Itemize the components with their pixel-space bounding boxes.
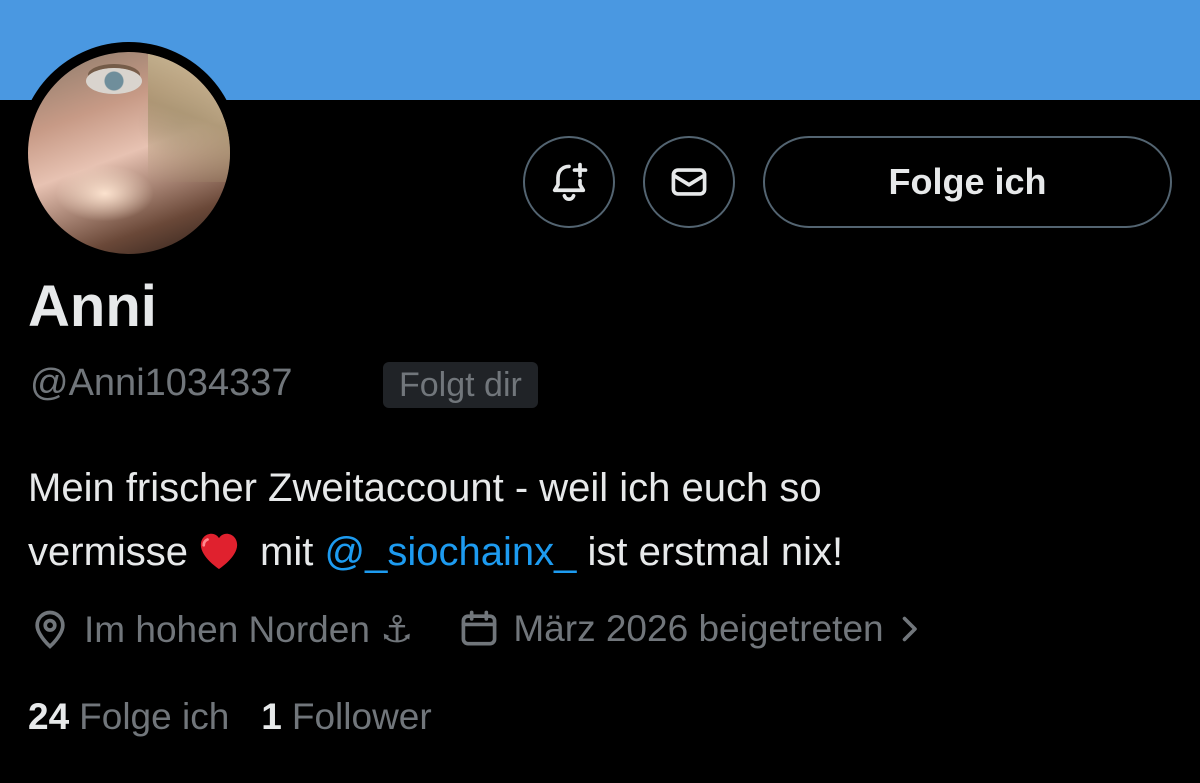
location: Im hohen Norden ⚓ — [28, 607, 413, 651]
profile-meta: Im hohen Norden ⚓ März 2026 beigetreten — [28, 604, 922, 654]
location-text: Im hohen Norden ⚓ — [84, 608, 414, 650]
bio-text: Mein frischer Zweitaccount - weil ich eu… — [28, 466, 822, 510]
bio-text: mit — [260, 530, 314, 574]
followers-stat[interactable]: 1 Follower — [261, 696, 431, 738]
bell-plus-icon — [552, 162, 588, 201]
followers-label: Follower — [291, 696, 432, 737]
bio: Mein frischer Zweitaccount - weil ich eu… — [28, 456, 1178, 584]
bio-text: vermisse — [28, 530, 189, 574]
avatar[interactable] — [18, 42, 240, 264]
following-button[interactable]: Folge ich — [763, 136, 1172, 228]
red-heart-icon — [200, 533, 238, 570]
calendar-icon — [461, 610, 497, 646]
follows-you-badge: Folgt dir — [383, 362, 538, 408]
envelope-icon — [671, 168, 707, 196]
followers-count: 1 — [261, 696, 282, 737]
avatar-eye — [86, 68, 142, 94]
mention-link[interactable]: @_siochainx_ — [324, 530, 576, 574]
notifications-button[interactable] — [523, 136, 615, 228]
following-stat[interactable]: 24 Folge ich — [28, 696, 229, 738]
user-handle: @Anni1034337 — [30, 362, 293, 404]
profile-stats: 24 Folge ich 1 Follower — [28, 692, 464, 742]
following-count: 24 — [28, 696, 70, 737]
location-pin-icon — [35, 610, 65, 649]
join-date-text: März 2026 beigetreten — [513, 608, 884, 649]
avatar-hair — [148, 52, 230, 182]
display-name: Anni — [28, 274, 157, 339]
message-button[interactable] — [643, 136, 735, 228]
avatar-image — [28, 52, 230, 254]
following-label: Folge ich — [79, 696, 230, 737]
chevron-right-icon — [902, 616, 917, 642]
bio-text: ist erstmal nix! — [587, 530, 844, 574]
join-date[interactable]: März 2026 beigetreten — [457, 607, 921, 651]
